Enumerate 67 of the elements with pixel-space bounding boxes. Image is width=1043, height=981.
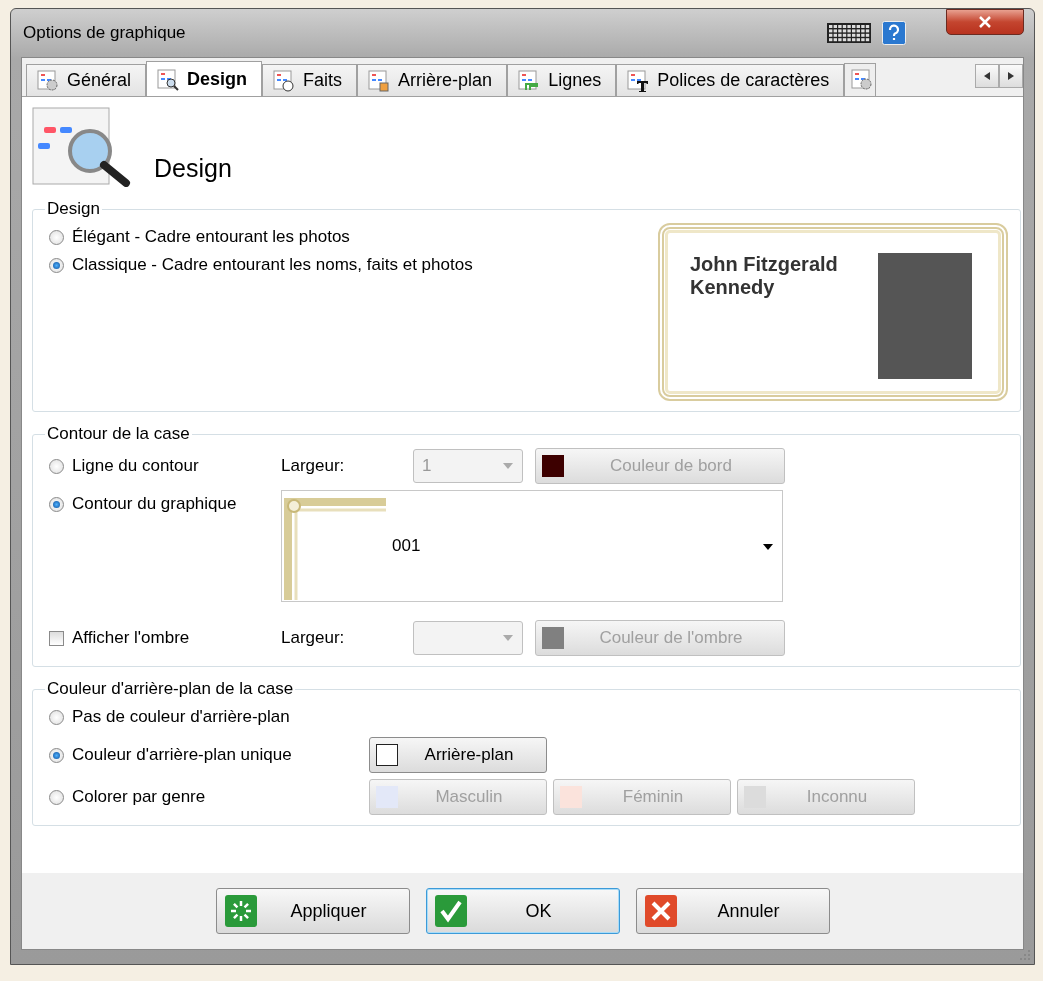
close-button[interactable]: [946, 9, 1024, 35]
close-icon: [644, 895, 677, 927]
tab[interactable]: Arrière-plan: [357, 64, 508, 96]
option-label: Couleur d'arrière-plan unique: [72, 745, 292, 765]
checkbox[interactable]: [49, 630, 64, 646]
option-label: Pas de couleur d'arrière-plan: [72, 707, 290, 727]
left-arrow-icon: [984, 72, 990, 80]
group-title: Contour de la case: [46, 424, 191, 444]
option-label: Colorer par genre: [72, 787, 206, 807]
chart-background-icon: [368, 69, 391, 92]
right-arrow-icon: [1008, 72, 1014, 80]
color-button[interactable]: Arrière-plan: [369, 737, 547, 773]
keyboard-icon[interactable]: [826, 22, 872, 44]
dialog-button[interactable]: Appliquer: [215, 888, 410, 934]
radio-option[interactable]: Pas de couleur d'arrière-plan: [49, 703, 369, 731]
group-title: Design: [46, 199, 101, 219]
caret-icon: [502, 634, 514, 642]
magnifier-chart-icon: [32, 107, 132, 187]
radio-button[interactable]: [49, 458, 64, 474]
window-title: Options de graphique: [22, 23, 187, 43]
tab[interactable]: Général: [26, 64, 147, 96]
caret-icon: [762, 543, 774, 551]
tab[interactable]: Lignes: [507, 64, 617, 96]
frame-style-dropdown[interactable]: 001: [281, 490, 783, 602]
dropdown-value: 001: [391, 536, 422, 556]
chart-lines-icon: [518, 69, 541, 92]
sparkle-icon: [224, 895, 257, 927]
tab[interactable]: Faits: [262, 64, 358, 96]
radio-option[interactable]: Ligne du contour: [49, 452, 281, 480]
page-heading: Design: [154, 154, 232, 183]
tab[interactable]: [844, 63, 877, 96]
field-label: Largeur:: [281, 628, 346, 648]
checkbox-option[interactable]: Afficher l'ombre: [49, 624, 281, 652]
tab[interactable]: Design: [146, 61, 263, 96]
help-icon[interactable]: [882, 21, 906, 45]
scroll-left-button[interactable]: [975, 64, 999, 88]
option-label: Classique - Cadre entourant les noms, faits et photos: [72, 255, 473, 275]
chart-icon: [851, 69, 874, 91]
radio-button[interactable]: [49, 709, 64, 725]
person-name: John Fitzgerald Kennedy: [690, 253, 839, 300]
group-title: Couleur d'arrière-plan de la case: [46, 679, 295, 699]
magnifier-chart-icon: [157, 68, 180, 91]
scroll-right-button[interactable]: [999, 64, 1023, 88]
radio-button[interactable]: [49, 257, 64, 273]
radio-button[interactable]: [49, 747, 64, 763]
dialog-button[interactable]: OK: [425, 888, 620, 934]
resize-grip-icon[interactable]: [1020, 950, 1030, 960]
close-icon: [978, 16, 992, 28]
option-label: Ligne du contour: [72, 456, 199, 476]
gear-chart-icon: [37, 69, 59, 92]
tab[interactable]: Polices de caractères: [616, 64, 845, 96]
radio-button[interactable]: [49, 789, 64, 805]
radio-option[interactable]: Contour du graphique: [49, 490, 281, 518]
radio-option[interactable]: Couleur d'arrière-plan unique: [49, 741, 369, 769]
option-label: Contour du graphique: [72, 494, 237, 514]
field-label: Largeur:: [281, 456, 346, 476]
radio-option[interactable]: Classique - Cadre entourant les noms, faits et photos: [49, 251, 473, 279]
radio-option[interactable]: Colorer par genre: [49, 783, 369, 811]
radio-button[interactable]: [49, 496, 64, 512]
checkmark-icon: [434, 895, 467, 927]
radio-button[interactable]: [49, 229, 64, 245]
option-label: Afficher l'ombre: [72, 628, 190, 648]
option-label: Élégant - Cadre entourant les photos: [72, 227, 350, 247]
font-icon: [627, 69, 650, 92]
dialog-button[interactable]: Annuler: [635, 888, 830, 934]
radio-option[interactable]: Élégant - Cadre entourant les photos: [49, 223, 473, 251]
caret-icon: [502, 462, 514, 470]
